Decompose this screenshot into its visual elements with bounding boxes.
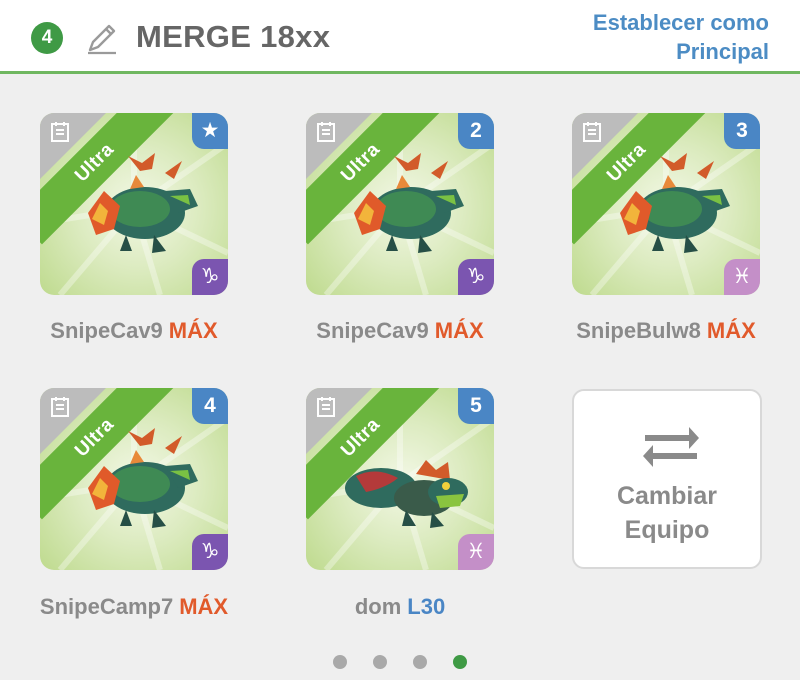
max-badge: MÁX (168, 318, 218, 343)
team-header: 4 MERGE 18xx Establecer como Principal (0, 0, 800, 72)
change-team-button[interactable]: Cambiar Equipo (572, 389, 762, 569)
dragon-creature-icon (620, 153, 730, 253)
change-team-line2: Equipo (624, 516, 710, 544)
page-dot-2[interactable] (373, 655, 387, 669)
zodiac-capricorn-icon: ♑ (192, 259, 228, 295)
monster-name: dom (354, 594, 402, 619)
max-badge: MÁX (179, 594, 229, 619)
header-divider (0, 71, 800, 74)
page-dot-4[interactable] (453, 655, 467, 669)
monster-name: SnipeBulw8 (576, 318, 701, 343)
monster-card-5[interactable]: Ultra 5 ♓ (306, 388, 494, 570)
notes-icon[interactable] (315, 396, 337, 418)
dragon-creature-icon (88, 153, 198, 253)
monster-label-4: SnipeCamp7 MÁX (4, 594, 264, 620)
slot-number: 4 (192, 388, 228, 424)
pencil-icon[interactable] (84, 20, 120, 56)
slot-number: 2 (458, 113, 494, 149)
notes-icon[interactable] (49, 396, 71, 418)
slot-number: 3 (724, 113, 760, 149)
set-as-main-link[interactable]: Establecer como Principal (593, 8, 769, 66)
change-team-label: Cambiar Equipo (574, 479, 760, 547)
monster-card-2[interactable]: Ultra 2 ♑ (306, 113, 494, 295)
star-icon: ★ (192, 113, 228, 149)
notes-icon[interactable] (581, 121, 603, 143)
monster-card-1[interactable]: Ultra ★ ♑ (40, 113, 228, 295)
zodiac-capricorn-icon: ♑ (458, 259, 494, 295)
monster-label-1: SnipeCav9 MÁX (4, 318, 264, 344)
max-badge: MÁX (706, 318, 756, 343)
page-dot-1[interactable] (333, 655, 347, 669)
monster-label-2: SnipeCav9 MÁX (270, 318, 530, 344)
monster-card-4[interactable]: Ultra 4 ♑ (40, 388, 228, 570)
swap-arrows-icon (643, 427, 699, 467)
max-badge: MÁX (434, 318, 484, 343)
dragon-creature-icon (354, 153, 464, 253)
beast-creature-icon (345, 460, 468, 528)
change-team-line1: Cambiar (616, 482, 718, 510)
monster-name: SnipeCav9 (50, 318, 163, 343)
notes-icon[interactable] (315, 121, 337, 143)
zodiac-pisces-icon: ♓ (724, 259, 760, 295)
notes-icon[interactable] (49, 121, 71, 143)
page-dot-3[interactable] (413, 655, 427, 669)
dragon-creature-icon (88, 428, 198, 528)
monster-label-5: dom L30 (270, 594, 530, 620)
monster-name: SnipeCamp7 (39, 594, 174, 619)
monster-card-3[interactable]: Ultra 3 ♓ (572, 113, 760, 295)
team-number-badge: 4 (31, 22, 63, 54)
set-as-main-line2: Principal (676, 39, 769, 64)
monster-label-3: SnipeBulw8 MÁX (536, 318, 796, 344)
level-badge: L30 (407, 594, 446, 619)
zodiac-pisces-icon: ♓ (458, 534, 494, 570)
zodiac-capricorn-icon: ♑ (192, 534, 228, 570)
slot-number: 5 (458, 388, 494, 424)
set-as-main-line1: Establecer como (592, 10, 769, 35)
monster-name: SnipeCav9 (316, 318, 429, 343)
team-name[interactable]: MERGE 18xx (136, 19, 330, 55)
